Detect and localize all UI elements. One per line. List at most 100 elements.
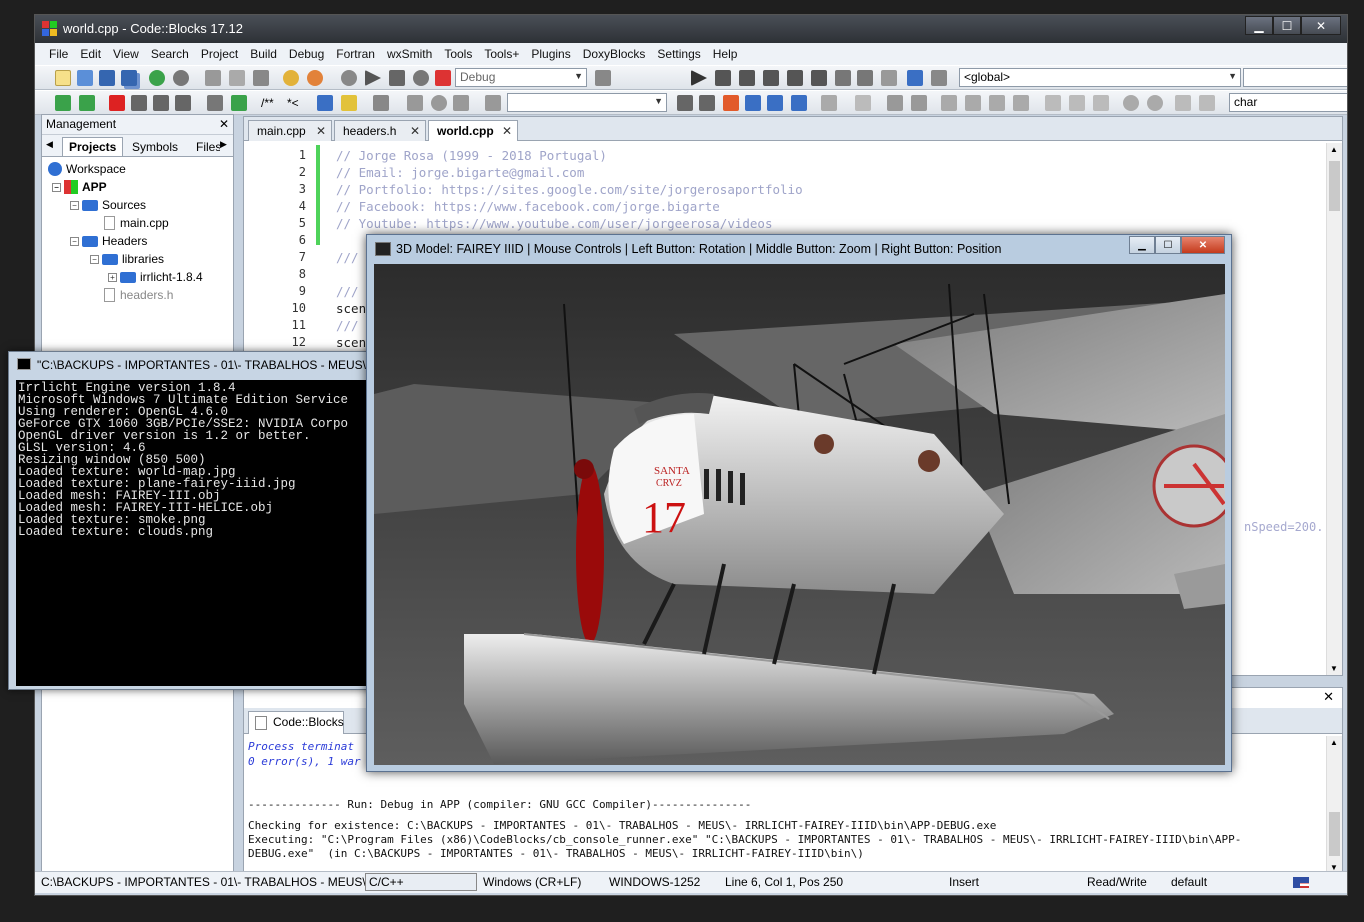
symbol-c-icon[interactable] (1199, 95, 1215, 111)
menu-plugins[interactable]: Plugins (525, 47, 576, 61)
open-icon[interactable] (77, 70, 93, 86)
close-icon[interactable]: ✕ (219, 117, 229, 131)
rebuild-icon[interactable] (413, 70, 429, 86)
run-icon[interactable] (365, 70, 381, 86)
scroll-thumb[interactable] (1329, 161, 1340, 211)
forward-icon[interactable] (79, 95, 95, 111)
jump-end-icon[interactable] (453, 95, 469, 111)
menu-tools[interactable]: Tools (438, 47, 478, 61)
clear-search-icon[interactable] (485, 95, 501, 111)
wx-spacer-icon[interactable] (1045, 95, 1061, 111)
tree-project-app[interactable]: − APP (52, 178, 107, 196)
save-icon[interactable] (99, 70, 115, 86)
tab-left-arrow-icon[interactable]: ◀ (46, 139, 53, 150)
pointer-icon[interactable] (821, 95, 837, 111)
wx-flex-icon[interactable] (1069, 95, 1085, 111)
save-all-icon[interactable] (121, 70, 137, 86)
tab-world-cpp[interactable]: world.cpp ✕ (428, 120, 518, 141)
scroll-thumb[interactable] (1329, 812, 1340, 856)
scroll-up-icon[interactable]: ▲ (1330, 738, 1338, 747)
next-line-icon[interactable] (739, 70, 755, 86)
wx-static-icon[interactable] (1093, 95, 1109, 111)
prev-bookmark-icon[interactable] (131, 95, 147, 111)
step-into-icon[interactable] (763, 70, 779, 86)
run-to-cursor-icon[interactable] (715, 70, 731, 86)
debug-windows-icon[interactable] (907, 70, 923, 86)
toggle-breakpoint-icon[interactable] (431, 95, 447, 111)
tab-right-arrow-icon[interactable]: ▶ (220, 139, 227, 150)
status-language[interactable]: C/C++ (365, 873, 477, 891)
block-comment-button[interactable]: /** (261, 96, 274, 110)
debug-run-icon[interactable] (691, 70, 707, 86)
build-target-select[interactable]: Debug ▼ (455, 68, 587, 87)
scroll-down-icon[interactable]: ▼ (1330, 664, 1338, 673)
maximize-button[interactable]: ☐ (1155, 236, 1181, 254)
minimize-button[interactable]: ▁ (1129, 236, 1155, 254)
menu-doxyblocks[interactable]: DoxyBlocks (577, 47, 652, 61)
menu-edit[interactable]: Edit (74, 47, 107, 61)
wx-sizer-icon[interactable] (989, 95, 1005, 111)
undo-icon[interactable] (149, 70, 165, 86)
wx-panel-icon[interactable] (911, 95, 927, 111)
symbol-s-icon[interactable] (1175, 95, 1191, 111)
replace-icon[interactable] (307, 70, 323, 86)
menu-build[interactable]: Build (244, 47, 283, 61)
wx-frame-icon[interactable] (1013, 95, 1029, 111)
doxy-wizard-icon[interactable] (207, 95, 223, 111)
regex-icon[interactable] (791, 95, 807, 111)
next-bookmark-icon[interactable] (153, 95, 169, 111)
close-button[interactable]: ✕ (1301, 16, 1341, 35)
scope-select[interactable]: <global> ▼ (959, 68, 1241, 87)
cut-icon[interactable] (205, 70, 221, 86)
tree-libraries[interactable]: − libraries (90, 250, 164, 268)
stop-debug-icon[interactable] (857, 70, 873, 86)
target-options-icon[interactable] (595, 70, 611, 86)
zoom-in-icon[interactable] (1123, 95, 1139, 111)
menu-fortran[interactable]: Fortran (330, 47, 381, 61)
find-icon[interactable] (283, 70, 299, 86)
tab-files[interactable]: Files (192, 138, 220, 156)
close-tab-icon[interactable]: ✕ (502, 124, 512, 138)
highlight-icon[interactable] (723, 95, 739, 111)
log-scrollbar[interactable]: ▲ ▼ (1326, 736, 1342, 874)
step-out-icon[interactable] (787, 70, 803, 86)
build-gear-icon[interactable] (341, 70, 357, 86)
menu-debug[interactable]: Debug (283, 47, 330, 61)
doxy-chm-icon[interactable] (341, 95, 357, 111)
menu-tools-plus[interactable]: Tools+ (478, 47, 525, 61)
tree-main-cpp[interactable]: main.cpp (104, 214, 169, 232)
tab-codeblocks-log[interactable]: Code::Blocks (248, 711, 344, 734)
function-select[interactable] (1243, 68, 1347, 87)
tree-irrlicht[interactable]: + irrlicht-1.8.4 (108, 268, 203, 286)
menu-project[interactable]: Project (195, 47, 244, 61)
debug-info-icon[interactable] (931, 70, 947, 86)
find-text-input[interactable]: char (1229, 93, 1347, 112)
doxy-config-icon[interactable] (373, 95, 389, 111)
doxy-extract-icon[interactable] (231, 95, 247, 111)
redo-icon[interactable] (173, 70, 189, 86)
next-instruction-icon[interactable] (811, 70, 827, 86)
bookmark-icon[interactable] (109, 95, 125, 111)
new-file-icon[interactable] (55, 70, 71, 86)
scroll-up-icon[interactable]: ▲ (1330, 145, 1338, 154)
menu-file[interactable]: File (43, 47, 74, 61)
search-next-icon[interactable] (699, 95, 715, 111)
close-icon[interactable]: ✕ (1323, 689, 1334, 705)
incremental-search-input[interactable]: ▼ (507, 93, 667, 112)
maximize-button[interactable]: ☐ (1273, 16, 1301, 35)
tree-headers-h[interactable]: headers.h (104, 286, 173, 304)
tab-projects[interactable]: Projects (62, 137, 124, 156)
editor-scrollbar[interactable]: ▲ ▼ (1326, 143, 1342, 675)
close-tab-icon[interactable]: ✕ (410, 124, 420, 138)
wx-grid-icon[interactable] (965, 95, 981, 111)
tree-headers[interactable]: − Headers (70, 232, 147, 250)
copy-icon[interactable] (229, 70, 245, 86)
search-prev-icon[interactable] (677, 95, 693, 111)
tab-symbols[interactable]: Symbols (128, 138, 182, 156)
wx-image-icon[interactable] (887, 95, 903, 111)
menu-view[interactable]: View (107, 47, 145, 61)
back-icon[interactable] (55, 95, 71, 111)
jump-start-icon[interactable] (407, 95, 423, 111)
close-tab-icon[interactable]: ✕ (316, 124, 326, 138)
tab-main-cpp[interactable]: main.cpp ✕ (248, 120, 332, 141)
